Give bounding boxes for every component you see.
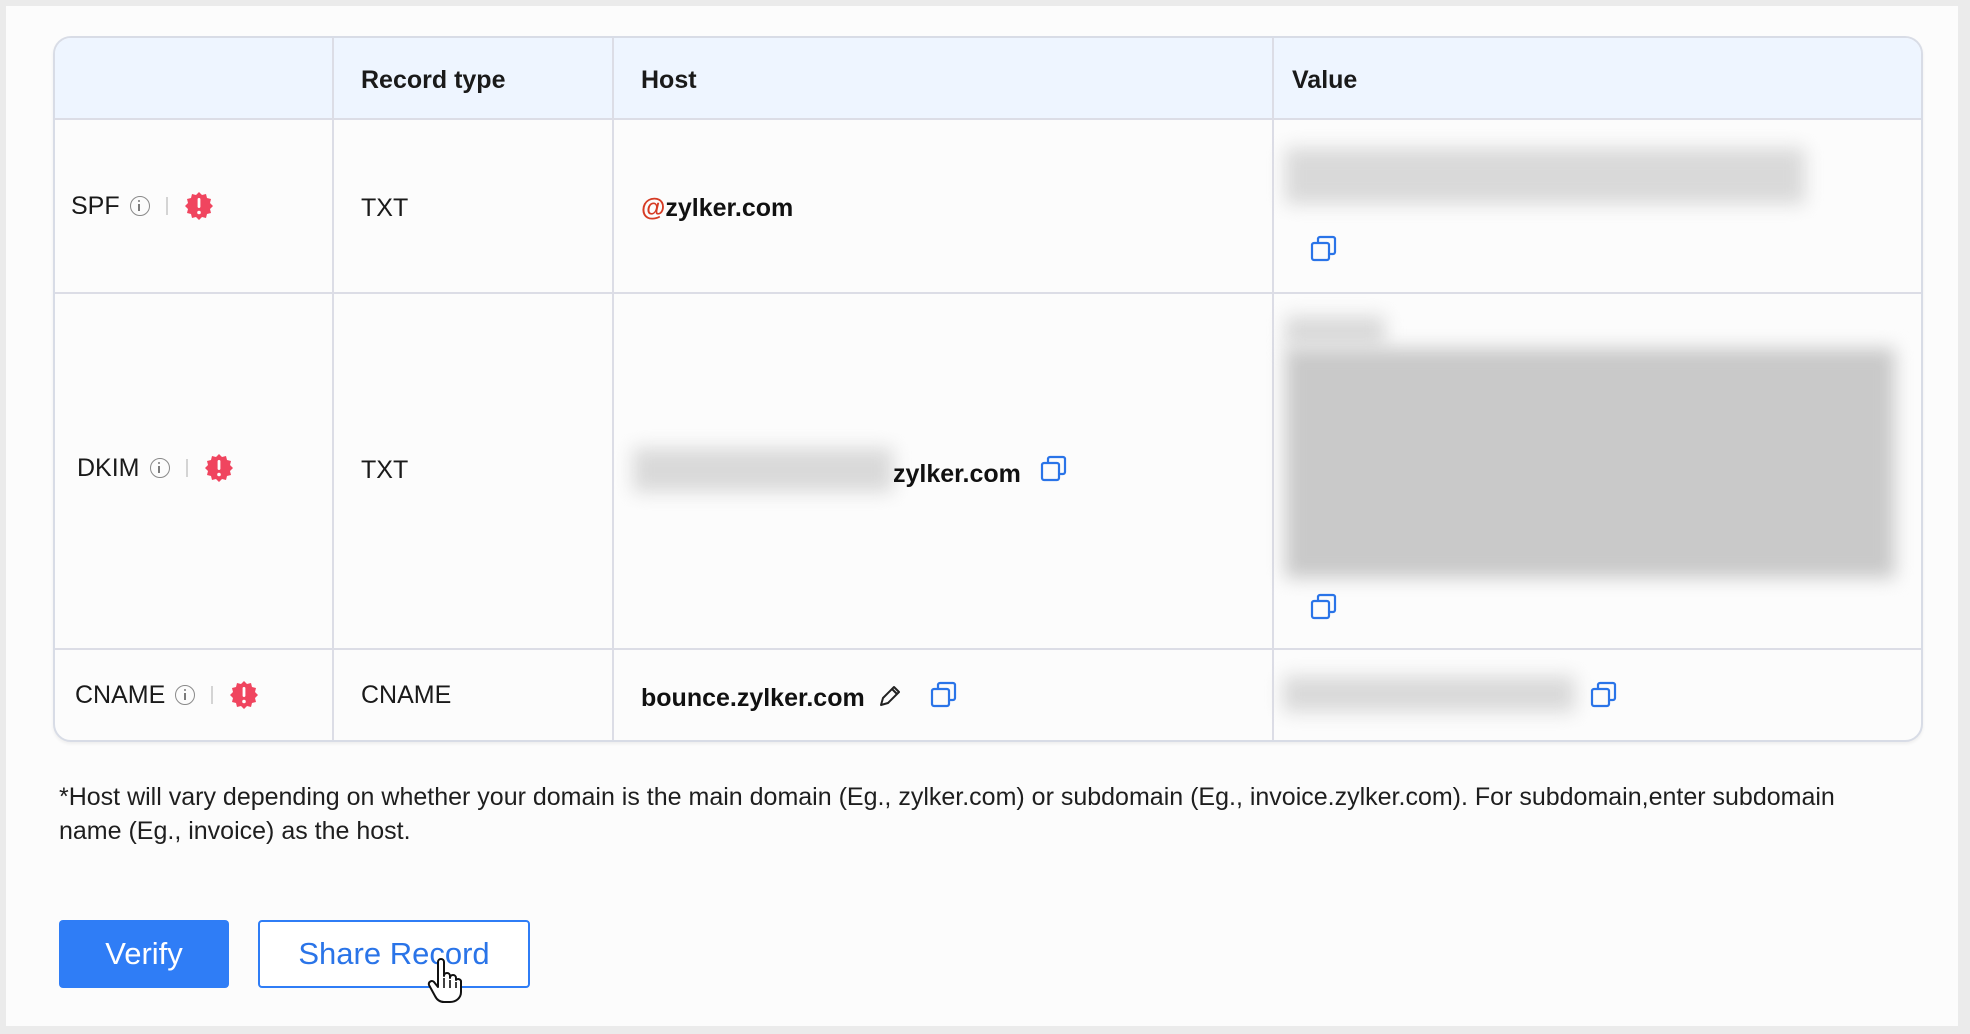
host-domain: zylker.com (665, 194, 794, 222)
table-header (55, 38, 1921, 118)
blurred-value (1285, 348, 1895, 578)
copy-icon[interactable] (1039, 454, 1069, 484)
dns-records-table: Record type Host Value SPF TXT @zylker.c… (53, 36, 1923, 742)
header-host: Host (641, 66, 697, 94)
blurred-host-prefix (633, 448, 893, 492)
copy-icon[interactable] (929, 680, 959, 710)
alert-icon[interactable] (204, 453, 234, 483)
record-type: CNAME (361, 681, 452, 709)
verify-button[interactable]: Verify (59, 920, 229, 988)
copy-icon[interactable] (1309, 592, 1339, 622)
blurred-value (1285, 316, 1385, 346)
copy-icon[interactable] (1309, 234, 1339, 264)
info-icon[interactable] (149, 458, 170, 478)
record-type: TXT (361, 194, 409, 222)
header-record-type: Record type (361, 66, 506, 94)
blurred-value (1285, 148, 1805, 204)
host-value: bounce.zylker.com (641, 684, 865, 712)
divider (165, 197, 168, 215)
copy-icon[interactable] (1589, 680, 1619, 710)
divider (185, 459, 188, 477)
info-icon[interactable] (129, 196, 150, 216)
table-row-spf-label: SPF (71, 191, 214, 221)
table-row-cname-label: CNAME (75, 680, 259, 710)
hand-pointer-icon (427, 958, 462, 1003)
row-divider (55, 118, 1921, 120)
host-value: zylker.com (893, 460, 1021, 488)
header-value: Value (1292, 66, 1358, 94)
blurred-value (1283, 676, 1575, 712)
row-divider (55, 648, 1921, 650)
column-divider (1272, 38, 1274, 740)
host-value: @zylker.com (641, 194, 793, 223)
alert-icon[interactable] (184, 191, 214, 221)
table-row-dkim-label: DKIM (77, 453, 234, 483)
divider (211, 686, 214, 704)
row-divider (55, 292, 1921, 294)
pencil-icon[interactable] (877, 683, 903, 709)
record-label: DKIM (77, 453, 140, 482)
column-divider (332, 38, 334, 740)
record-label: SPF (71, 191, 120, 220)
share-record-button[interactable]: Share Record (258, 920, 530, 988)
info-icon[interactable] (175, 685, 196, 705)
column-divider (612, 38, 614, 740)
record-label: CNAME (75, 680, 166, 709)
record-type: TXT (361, 456, 409, 484)
alert-icon[interactable] (229, 680, 259, 710)
host-note: *Host will vary depending on whether you… (59, 783, 1835, 845)
host-prefix: @ (641, 194, 666, 222)
